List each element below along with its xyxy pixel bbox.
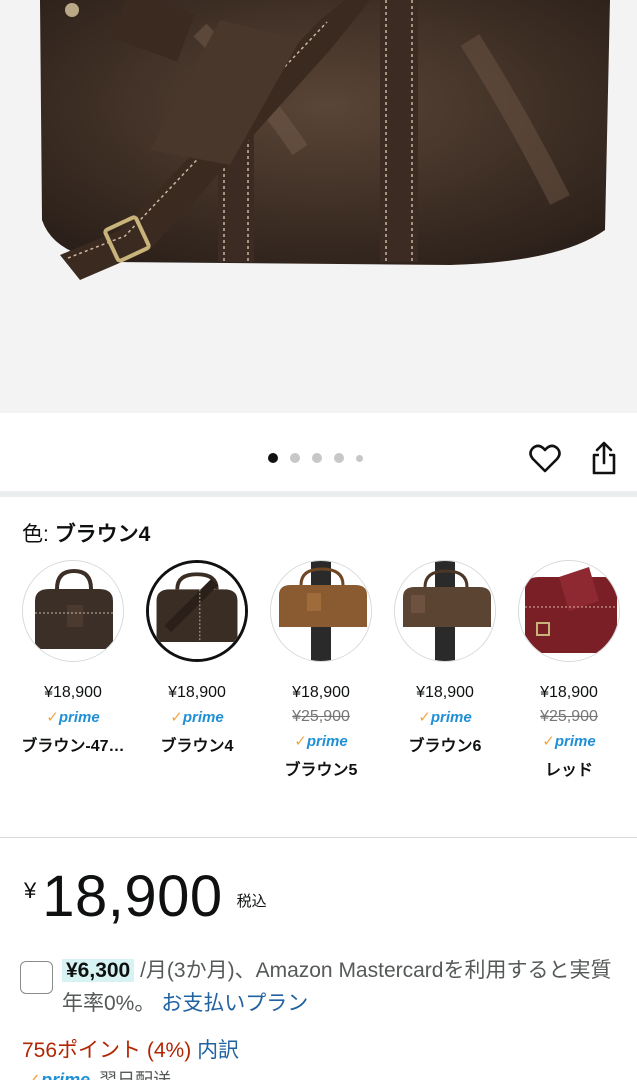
variant-thumbnail[interactable] (518, 560, 620, 662)
prime-badge: ✓prime (294, 733, 348, 750)
color-label-prefix: 色: (22, 523, 49, 546)
prime-badge-label: prime (554, 733, 596, 750)
variant-option-5[interactable]: ¥18,900 ¥25,900 ✓prime レッド (507, 560, 631, 780)
variant-thumbnail[interactable] (394, 560, 496, 662)
variant-list-price: ¥25,900 (540, 708, 598, 725)
bag-thumbnail-image (519, 561, 619, 661)
currency-symbol: ¥ (24, 878, 37, 903)
share-button[interactable] (588, 440, 620, 476)
variant-option-4[interactable]: ¥18,900 ✓prime ブラウン6 (383, 560, 507, 756)
prime-badge: ✓prime (542, 733, 596, 750)
variant-option-3[interactable]: ¥18,900 ¥25,900 ✓prime ブラウン5 (259, 560, 383, 780)
product-image[interactable] (0, 0, 637, 413)
variant-thumbnail[interactable] (146, 560, 248, 662)
variant-price: ¥18,900 (540, 684, 598, 701)
carousel-dot-1[interactable] (268, 453, 278, 463)
delivery-speed: 翌日配送 (99, 1070, 172, 1080)
bag-thumbnail-image (23, 561, 123, 661)
prime-badge-label: prime (41, 1070, 91, 1080)
carousel-dot-4[interactable] (334, 453, 344, 463)
price-amount: 18,900 (42, 864, 223, 929)
bag-thumbnail-image (149, 563, 245, 659)
prime-badge: ✓prime (418, 709, 472, 726)
points-breakdown-link[interactable]: 内訳 (197, 1039, 239, 1062)
heart-icon (529, 444, 561, 473)
monthly-amount: ¥6,300 (62, 959, 135, 982)
variant-thumbnail[interactable] (22, 560, 124, 662)
variant-price: ¥18,900 (292, 684, 350, 701)
carousel-indicator[interactable] (268, 453, 363, 463)
variant-name: ブラウン4 (160, 738, 234, 755)
installment-terms: /月(3か月)、Amazon Mastercardを利用すると実質年率0%。 (62, 959, 612, 1015)
prime-delivery-info: ✓prime 翌日配送 (26, 1066, 171, 1080)
variant-list-price: ¥25,900 (292, 708, 350, 725)
main-price: ¥ 18,900 税込 (24, 868, 267, 926)
carousel-dot-5[interactable] (356, 454, 363, 462)
section-divider (0, 837, 637, 838)
variant-name: ブラウン6 (408, 738, 482, 755)
variant-option-2[interactable]: ¥18,900 ✓prime ブラウン4 (135, 560, 259, 756)
carousel-dot-3[interactable] (312, 453, 322, 463)
selected-color-name: ブラウン4 (54, 523, 151, 546)
prime-badge: ✓prime (170, 709, 224, 726)
prime-badge: ✓prime (46, 709, 100, 726)
installment-option: ¥6,300 /月(3か月)、Amazon Mastercardを利用すると実質… (20, 954, 620, 1020)
variant-name: ブラウン5 (284, 762, 358, 779)
leather-bag-image (0, 0, 637, 413)
prime-badge-label: prime (430, 709, 472, 726)
carousel-dot-2[interactable] (290, 453, 300, 463)
points-amount: 756ポイント (4%) (22, 1039, 192, 1062)
installment-checkbox[interactable] (20, 961, 53, 994)
variant-name: レッド (544, 762, 593, 779)
tax-included-label: 税込 (236, 893, 267, 910)
prime-badge-label: prime (182, 709, 224, 726)
variant-price: ¥18,900 (44, 684, 102, 701)
variant-price: ¥18,900 (416, 684, 474, 701)
color-selection-label: 色: ブラウン4 (22, 518, 150, 548)
bag-thumbnail-image (271, 561, 371, 661)
section-divider (0, 491, 637, 497)
payment-plan-link[interactable]: お支払いプラン (161, 992, 308, 1015)
variant-thumbnail[interactable] (270, 560, 372, 662)
points-info: 756ポイント (4%) 内訳 (22, 1034, 239, 1064)
installment-description: ¥6,300 /月(3か月)、Amazon Mastercardを利用すると実質… (62, 954, 620, 1020)
variant-name: ブラウン-47… (21, 738, 125, 755)
wishlist-button[interactable] (527, 442, 563, 476)
prime-badge-label: prime (58, 709, 100, 726)
prime-badge: ✓prime (26, 1070, 90, 1080)
variant-option-1[interactable]: ¥18,900 ✓prime ブラウン-47… (11, 560, 135, 756)
bag-thumbnail-image (395, 561, 495, 661)
prime-badge-label: prime (306, 733, 348, 750)
share-icon (592, 441, 616, 475)
variant-price: ¥18,900 (168, 684, 226, 701)
color-variant-list: ¥18,900 ✓prime ブラウン-47… ¥18,900 ✓prime ブ… (0, 560, 637, 800)
